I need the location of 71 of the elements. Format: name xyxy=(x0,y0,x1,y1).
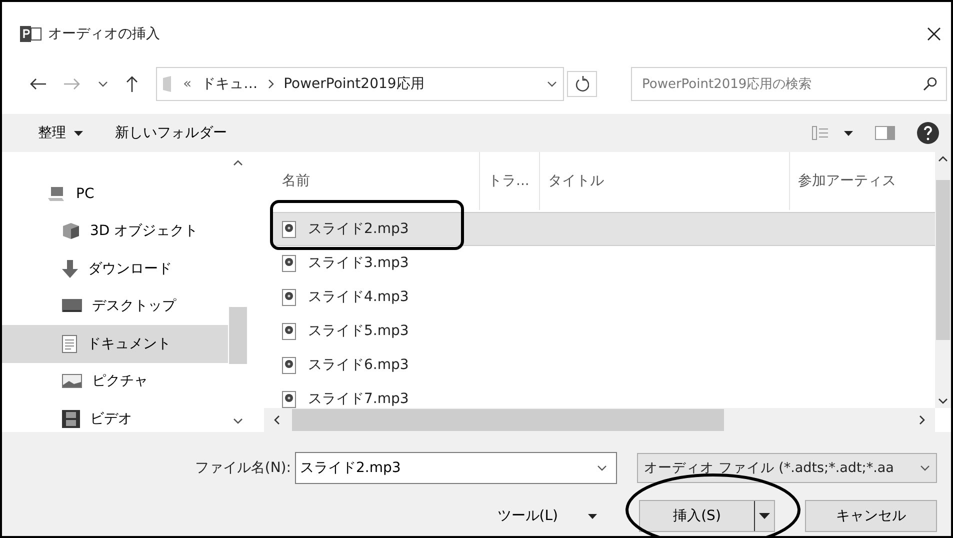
help-icon[interactable] xyxy=(917,122,939,144)
tools-menu[interactable]: ツール(L) xyxy=(491,506,603,526)
search-icon[interactable] xyxy=(923,77,937,91)
scroll-thumb[interactable] xyxy=(229,307,247,364)
close-icon[interactable] xyxy=(927,27,941,41)
recent-dropdown-icon[interactable] xyxy=(98,81,108,87)
chevron-right-icon[interactable] xyxy=(268,79,274,89)
filename-dropdown-icon[interactable] xyxy=(597,465,607,471)
file-row[interactable]: スライド4.mp3 xyxy=(272,280,935,314)
back-arrow-icon[interactable] xyxy=(30,78,46,90)
address-bar[interactable]: « ドキュ… PowerPoint2019応用 xyxy=(156,67,564,101)
file-row[interactable]: スライド3.mp3 xyxy=(272,246,935,280)
audio-file-icon xyxy=(282,220,296,238)
breadcrumb[interactable]: PowerPoint2019応用 xyxy=(284,75,424,93)
sidebar-item[interactable]: PC xyxy=(2,175,228,212)
horizontal-scrollbar[interactable] xyxy=(264,408,935,432)
window-title: オーディオの挿入 xyxy=(48,25,161,43)
file-row[interactable]: スライド7.mp3 xyxy=(272,382,935,408)
preview-pane-icon[interactable] xyxy=(875,126,895,140)
cancel-button[interactable]: キャンセル xyxy=(805,500,937,532)
audio-file-icon xyxy=(282,390,296,408)
cube-icon xyxy=(62,222,80,240)
column-header[interactable]: トラ... xyxy=(479,152,539,210)
breadcrumb[interactable]: ドキュ… xyxy=(202,75,258,93)
refresh-icon[interactable] xyxy=(575,76,589,92)
caret-icon xyxy=(588,514,597,518)
scroll-thumb[interactable] xyxy=(936,180,950,340)
film-icon xyxy=(62,410,80,428)
scroll-down-icon[interactable] xyxy=(233,418,243,424)
down-arrow-icon xyxy=(62,260,78,278)
column-header[interactable]: 名前 xyxy=(254,152,479,210)
search-field[interactable]: PowerPoint2019応用の検索 xyxy=(631,67,947,101)
view-dropdown-icon[interactable] xyxy=(844,130,853,136)
scroll-up-icon[interactable] xyxy=(938,156,948,162)
sidebar-item[interactable]: デスクトップ xyxy=(2,288,228,325)
file-row[interactable]: スライド5.mp3 xyxy=(272,314,935,348)
computer-icon xyxy=(48,186,66,201)
filename-label: ファイル名(N): xyxy=(194,459,291,477)
folder-icon xyxy=(163,76,173,92)
organize-menu[interactable]: 整理 xyxy=(38,124,83,142)
column-header[interactable]: 参加アーティス xyxy=(789,152,907,210)
sidebar-item[interactable]: ピクチャ xyxy=(2,362,228,400)
scroll-right-icon[interactable] xyxy=(919,415,925,425)
scroll-thumb[interactable] xyxy=(292,409,724,431)
scroll-down-icon[interactable] xyxy=(938,398,948,404)
list-scrollbar[interactable] xyxy=(935,152,951,408)
filetype-dropdown[interactable]: オーディオ ファイル (*.adts;*.adt;*.aa xyxy=(637,453,937,483)
file-row[interactable]: スライド6.mp3 xyxy=(272,348,935,382)
audio-file-icon xyxy=(282,322,296,340)
sidebar-item[interactable]: ダウンロード xyxy=(2,250,228,288)
document-icon xyxy=(62,334,77,353)
audio-file-icon xyxy=(282,356,296,374)
caret-icon xyxy=(74,130,83,136)
column-header[interactable]: タイトル xyxy=(539,152,789,210)
scroll-up-icon[interactable] xyxy=(233,160,243,166)
sidebar-item[interactable]: 3D オブジェクト xyxy=(2,212,228,250)
filename-field[interactable]: スライド2.mp3 xyxy=(295,452,617,484)
sidebar-item[interactable]: ドキュメント xyxy=(2,325,228,362)
new-folder-button[interactable]: 新しいフォルダー xyxy=(115,124,227,142)
audio-file-icon xyxy=(282,254,296,272)
address-dropdown-icon[interactable] xyxy=(547,81,557,87)
caret-icon xyxy=(759,513,770,519)
file-row[interactable]: スライド2.mp3 xyxy=(272,212,935,246)
scroll-left-icon[interactable] xyxy=(274,415,280,425)
chevron-down-icon xyxy=(920,465,930,471)
audio-file-icon xyxy=(282,288,296,306)
app-logo-icon xyxy=(20,26,42,42)
picture-icon xyxy=(62,374,82,388)
up-arrow-icon[interactable] xyxy=(126,76,138,92)
monitor-icon xyxy=(62,299,82,314)
breadcrumb-overflow[interactable]: « xyxy=(183,76,192,92)
